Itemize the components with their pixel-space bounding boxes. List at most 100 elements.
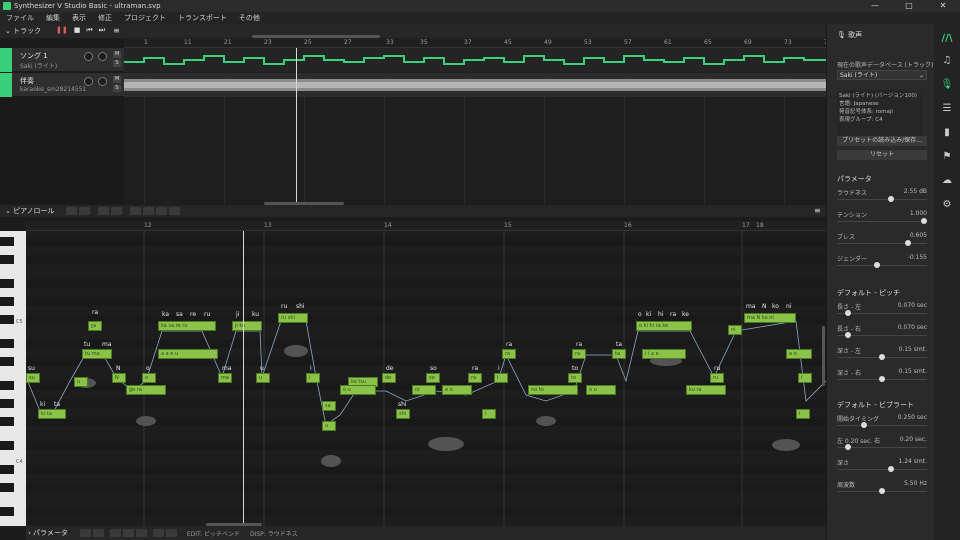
- track-menu-icon[interactable]: ≡: [113, 26, 120, 35]
- minimize-button[interactable]: —: [858, 0, 892, 12]
- knife-tool-icon[interactable]: [98, 207, 110, 215]
- note[interactable]: ji ku: [232, 321, 262, 331]
- note[interactable]: o ki hi ra ke: [636, 321, 692, 331]
- voice-database-select[interactable]: Saki (ライト) ⌄: [837, 70, 927, 80]
- menu-modify[interactable]: 修正: [98, 13, 112, 23]
- note[interactable]: ni: [728, 325, 742, 335]
- note[interactable]: shi: [396, 409, 410, 419]
- vibrato-depth-param[interactable]: 深さ 1.24 smt.: [837, 458, 927, 472]
- param-tool-4-icon[interactable]: [122, 529, 134, 537]
- note[interactable]: de: [382, 373, 396, 383]
- pen-tool-icon[interactable]: [79, 207, 91, 215]
- mic-icon[interactable]: 🎙: [940, 78, 954, 92]
- vibrato-start-param[interactable]: 開始タイミング 0.250 sec: [837, 414, 927, 428]
- note[interactable]: so: [426, 373, 440, 383]
- note[interactable]: u: [74, 377, 88, 387]
- note[interactable]: ma: [218, 373, 232, 383]
- param-tool-5-icon[interactable]: [135, 529, 147, 537]
- note[interactable]: ki ta: [38, 409, 66, 419]
- note[interactable]: tu ma: [82, 349, 112, 359]
- track-ruler[interactable]: 1 11 21 23 25 27 33 35 37 45 49 53 57 61…: [124, 38, 832, 48]
- gender-param[interactable]: ジェンダー -0.155: [837, 254, 927, 268]
- loudness-param[interactable]: ラウドネス 2.55 dB: [837, 188, 927, 202]
- curve-tool-4-icon[interactable]: [169, 207, 181, 215]
- black-key[interactable]: [0, 279, 14, 288]
- curve-tool-icon[interactable]: [130, 207, 142, 215]
- forward-icon[interactable]: ⏭: [99, 26, 105, 35]
- mute-button[interactable]: M: [113, 51, 121, 58]
- note[interactable]: sa: [322, 401, 336, 411]
- pitch-length-left-param[interactable]: 長さ - 左 0.070 sec: [837, 302, 927, 316]
- note[interactable]: ma N ko ni: [744, 313, 796, 323]
- parameter-panel-label[interactable]: › パラメータ: [28, 528, 68, 538]
- menu-view[interactable]: 表示: [72, 13, 86, 23]
- note[interactable]: i: [798, 373, 812, 383]
- note[interactable]: u: [256, 373, 270, 383]
- black-key[interactable]: [0, 417, 14, 426]
- note[interactable]: ra: [502, 349, 516, 359]
- param-tool-6-icon[interactable]: [152, 529, 164, 537]
- black-key[interactable]: [0, 483, 14, 492]
- note[interactable]: N: [112, 373, 126, 383]
- slider-thumb[interactable]: [861, 422, 867, 428]
- piano-keyboard[interactable]: C5 C4: [0, 231, 26, 526]
- vibrato-fade-param[interactable]: 左 0.20 sec. 右 0.20 sec.: [837, 436, 927, 450]
- note[interactable]: e o: [442, 385, 472, 395]
- breath-param[interactable]: ブレス 0.605: [837, 232, 927, 246]
- slider-thumb[interactable]: [845, 332, 851, 338]
- menu-edit[interactable]: 編集: [46, 13, 60, 23]
- stop-icon[interactable]: ■: [74, 26, 81, 35]
- slider-thumb[interactable]: [905, 240, 911, 246]
- note[interactable]: i: [494, 373, 508, 383]
- note[interactable]: ge ra: [126, 385, 166, 395]
- note[interactable]: ta: [612, 349, 626, 359]
- note[interactable]: ra: [468, 373, 482, 383]
- piano-roll-vertical-scrollbar[interactable]: [822, 326, 825, 386]
- note[interactable]: ku ra: [686, 385, 726, 395]
- note[interactable]: o: [142, 373, 156, 383]
- accompaniment-clip[interactable]: [124, 73, 826, 97]
- pitch-tool-icon[interactable]: [111, 207, 123, 215]
- gear-icon[interactable]: ⚙: [940, 198, 954, 212]
- book-icon[interactable]: ▮: [940, 126, 954, 140]
- solo-button[interactable]: S: [113, 85, 121, 92]
- note[interactable]: a a e u: [158, 349, 218, 359]
- piano-roll-menu-icon[interactable]: ≡: [814, 206, 821, 215]
- param-tool-7-icon[interactable]: [165, 529, 177, 537]
- note[interactable]: i: [306, 373, 320, 383]
- piano-roll-canvas[interactable]: ɽa ka sa re ru ji ku ru shi o ki hi ra k…: [26, 231, 826, 526]
- note[interactable]: i: [482, 409, 496, 419]
- slider-thumb[interactable]: [879, 354, 885, 360]
- black-key[interactable]: [0, 237, 14, 246]
- note[interactable]: i i a e: [642, 349, 686, 359]
- solo-button[interactable]: S: [113, 60, 121, 67]
- track-row-accompaniment[interactable]: 伴奏 karaoke_sm28214551 M S: [0, 73, 124, 97]
- black-key[interactable]: [0, 465, 14, 474]
- param-tool-icon[interactable]: [79, 529, 91, 537]
- menu-other[interactable]: その他: [239, 13, 260, 23]
- black-key[interactable]: [0, 399, 14, 408]
- song-clip[interactable]: [124, 48, 826, 72]
- black-key[interactable]: [0, 381, 14, 390]
- note[interactable]: ni: [412, 385, 436, 395]
- pitch-depth-left-param[interactable]: 深さ - 左 0.15 smt.: [837, 346, 927, 360]
- maximize-button[interactable]: □: [892, 0, 926, 12]
- black-key[interactable]: [0, 441, 14, 450]
- note[interactable]: no to: [528, 385, 578, 395]
- cloud-icon[interactable]: ☁: [940, 174, 954, 188]
- track-playhead[interactable]: [296, 48, 297, 204]
- note[interactable]: su: [26, 373, 40, 383]
- piano-roll-ruler[interactable]: 12 13 14 15 16 17 18: [26, 221, 826, 231]
- pan-knob[interactable]: [98, 52, 107, 61]
- note[interactable]: to: [568, 373, 582, 383]
- menu-transport[interactable]: トランスポート: [178, 13, 227, 23]
- black-key[interactable]: [0, 507, 14, 516]
- list-icon[interactable]: ☰: [940, 102, 954, 116]
- volume-knob[interactable]: [84, 77, 93, 86]
- note-icon[interactable]: ♫: [940, 54, 954, 68]
- note[interactable]: ɽa: [88, 321, 102, 331]
- param-tool-3-icon[interactable]: [109, 529, 121, 537]
- piano-roll-label[interactable]: ⌄ ピアノロール: [5, 206, 54, 216]
- reset-button[interactable]: リセット: [837, 150, 927, 160]
- track-arrangement-area[interactable]: [124, 48, 826, 204]
